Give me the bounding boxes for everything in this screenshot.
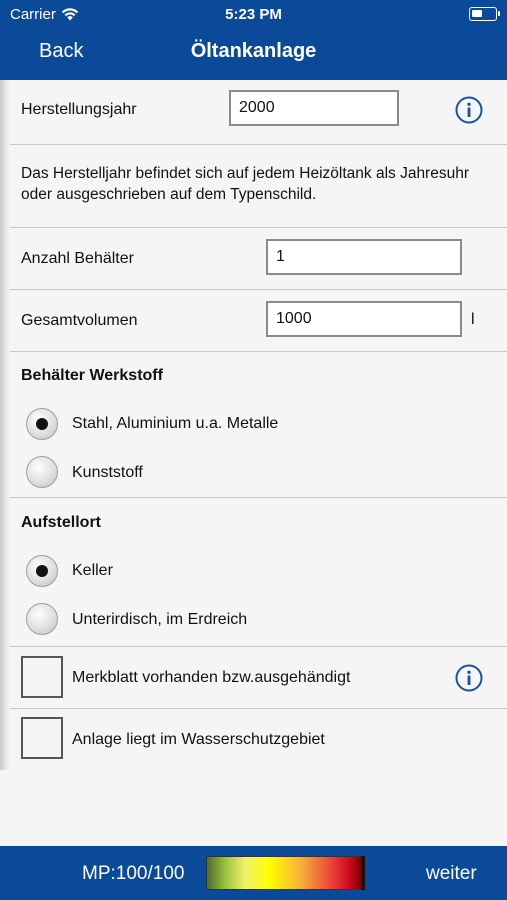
- anzahl-behaelter-input[interactable]: [266, 239, 462, 275]
- divider: [10, 227, 507, 228]
- divider: [10, 351, 507, 352]
- werkstoff-option-metal[interactable]: Stahl, Aluminium u.a. Metalle: [72, 415, 278, 433]
- page-title: Öltankanlage: [190, 40, 317, 62]
- merkblatt-checkbox[interactable]: [21, 656, 63, 698]
- herstellungsjahr-label: Herstellungsjahr: [21, 101, 137, 118]
- mp-progress-meter: [206, 856, 365, 890]
- info-circle-icon[interactable]: [455, 96, 483, 124]
- werkstoff-option-plastic[interactable]: Kunststoff: [72, 464, 143, 482]
- app-header: Carrier 5:23 PM Back Öltankanlage: [0, 0, 507, 80]
- merkblatt-label[interactable]: Merkblatt vorhanden bzw.ausgehändigt: [72, 669, 350, 687]
- aufstellort-radio-keller[interactable]: [26, 555, 58, 587]
- divider: [10, 497, 507, 498]
- wasserschutzgebiet-checkbox[interactable]: [21, 717, 63, 759]
- status-time: 5:23 PM: [225, 6, 282, 23]
- mp-score: MP:100/100: [82, 863, 185, 884]
- gesamtvolumen-input[interactable]: [266, 301, 462, 337]
- divider: [10, 144, 507, 145]
- divider: [10, 289, 507, 290]
- werkstoff-radio-plastic[interactable]: [26, 456, 58, 488]
- battery-icon: [469, 7, 500, 21]
- aufstellort-radio-erdreich[interactable]: [26, 603, 58, 635]
- herstellungsjahr-hint: Das Herstelljahr befindet sich auf jedem…: [21, 165, 469, 203]
- left-edge-shadow: [0, 80, 10, 770]
- aufstellort-option-keller[interactable]: Keller: [72, 562, 113, 580]
- divider: [10, 708, 507, 709]
- gesamtvolumen-label: Gesamtvolumen: [21, 312, 138, 329]
- anzahl-behaelter-label: Anzahl Behälter: [21, 250, 134, 267]
- info-circle-icon[interactable]: [455, 664, 483, 692]
- form-content[interactable]: Herstellungsjahr Das Herstelljahr befind…: [0, 80, 507, 846]
- divider: [10, 646, 507, 647]
- wasserschutzgebiet-label[interactable]: Anlage liegt im Wasserschutzgebiet: [72, 731, 325, 749]
- aufstellort-heading: Aufstellort: [21, 514, 101, 531]
- footer-bar: MP:100/100 weiter: [0, 846, 507, 900]
- werkstoff-heading: Behälter Werkstoff: [21, 367, 163, 384]
- herstellungsjahr-input[interactable]: [229, 90, 399, 126]
- next-button[interactable]: weiter: [426, 863, 477, 885]
- volume-unit: l: [471, 311, 475, 328]
- status-bar: Carrier 5:23 PM: [0, 0, 507, 28]
- werkstoff-radio-metal[interactable]: [26, 408, 58, 440]
- mp-progress-marker: [361, 856, 365, 890]
- aufstellort-option-erdreich[interactable]: Unterirdisch, im Erdreich: [72, 611, 247, 629]
